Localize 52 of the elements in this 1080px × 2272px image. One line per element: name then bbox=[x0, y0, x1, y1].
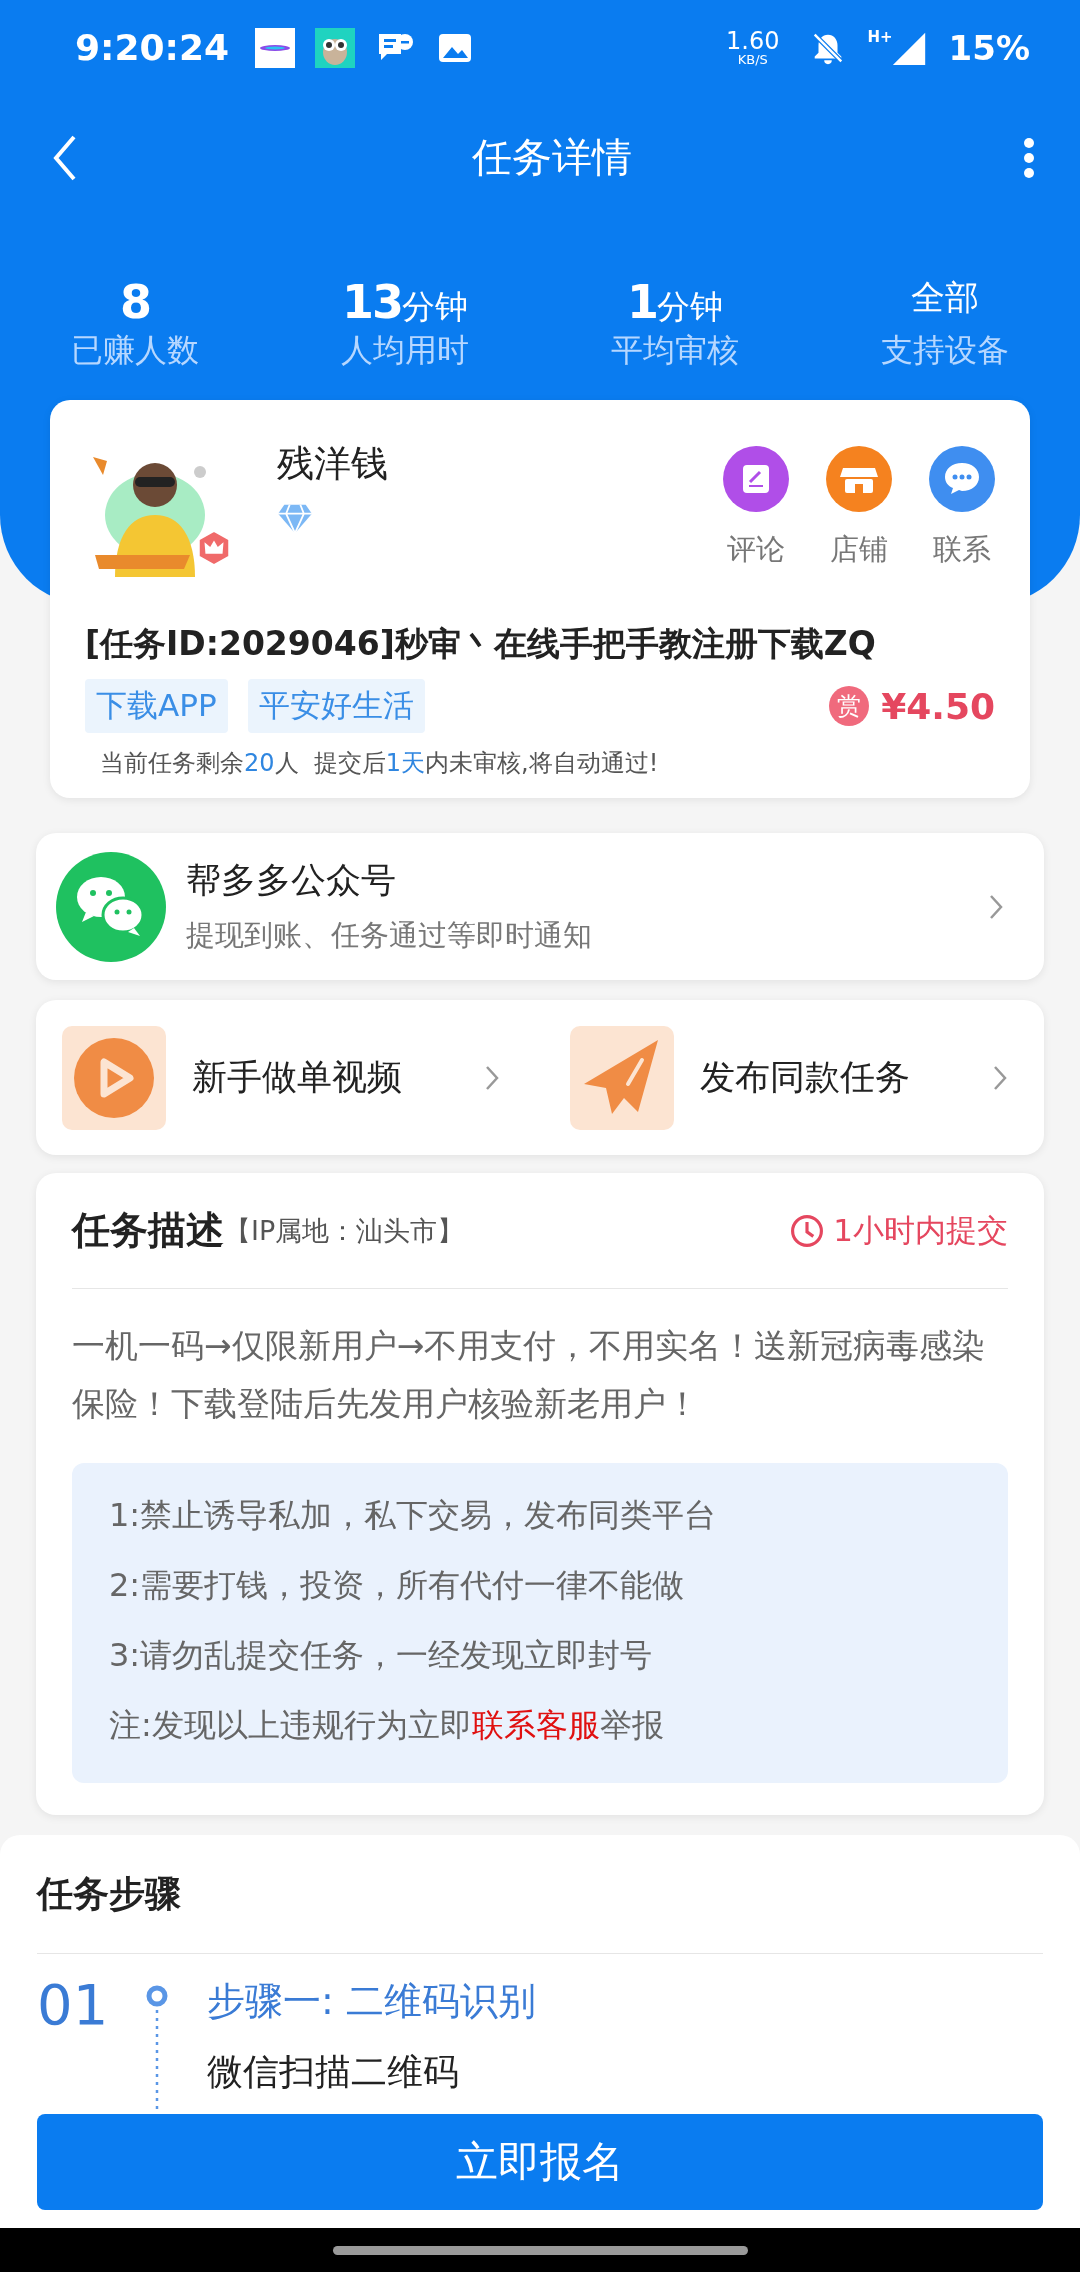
paper-plane-icon bbox=[570, 1025, 674, 1130]
app-notification-icon bbox=[255, 27, 296, 68]
steps-title: 任务步骤 bbox=[37, 1835, 1043, 1954]
task-tag: 下载APP bbox=[85, 679, 228, 733]
publisher-action[interactable]: 评论 bbox=[723, 446, 789, 620]
publisher-action[interactable]: 店铺 bbox=[826, 446, 892, 620]
stat-value: 13 bbox=[342, 275, 402, 329]
step-number: 01 bbox=[37, 1971, 110, 2039]
clock-icon bbox=[789, 1212, 826, 1249]
page-title: 任务详情 bbox=[470, 133, 633, 182]
wechat-card[interactable]: 帮多多公众号 提现到账、任务通过等即时通知 bbox=[36, 833, 1044, 980]
home-indicator[interactable] bbox=[332, 2245, 748, 2255]
wechat-subtitle: 提现到账、任务通过等即时通知 bbox=[186, 917, 593, 954]
video-play-icon bbox=[62, 1025, 166, 1130]
speed-unit: KB/S bbox=[737, 53, 768, 66]
wechat-icon bbox=[56, 851, 166, 962]
description-title: 任务描述 bbox=[72, 1207, 224, 1254]
task-tag: 平安好生活 bbox=[247, 679, 425, 733]
publisher-action[interactable]: 联系 bbox=[929, 446, 995, 620]
rule-text: 注:发现以上违规行为立即联系客服举报 bbox=[109, 1705, 665, 1746]
stat-label: 已赚人数 bbox=[71, 330, 199, 371]
stat-unit: 分钟 bbox=[657, 286, 723, 328]
stat-unit: 分钟 bbox=[402, 286, 468, 328]
diamond-icon bbox=[277, 503, 313, 535]
stat-label: 平均审核 bbox=[611, 330, 739, 371]
description-text: 一机一码→仅限新用户→不用支付，不用实名！送新冠病毒感染保险！下载登陆后先发用户核验新老用户！ bbox=[72, 1325, 987, 1425]
task-notice: 当前任务剩余20人 提交后1天内未审核,将自动通过! bbox=[100, 748, 660, 779]
rule-text: 3:请勿乱提交任务，一经发现立即封号 bbox=[109, 1635, 654, 1676]
stat-value: 8 bbox=[120, 275, 150, 329]
shortcut-item[interactable]: 新手做单视频 bbox=[62, 1025, 500, 1130]
owl-icon bbox=[315, 27, 356, 68]
rule-text: 2:需要打钱，投资，所有代付一律不能做 bbox=[109, 1565, 686, 1606]
signup-button[interactable]: 立即报名 bbox=[37, 2114, 1043, 2210]
network-type: H+ bbox=[867, 28, 893, 46]
shortcut-item[interactable]: 发布同款任务 bbox=[570, 1025, 1008, 1130]
stat-label: 支持设备 bbox=[881, 330, 1009, 371]
stat-label: 人均用时 bbox=[341, 330, 469, 371]
network-speed: 1.60 bbox=[726, 29, 780, 53]
rule-text: 1:禁止诱导私加，私下交易，发布同类平台 bbox=[109, 1495, 718, 1536]
deadline: 1小时内提交 bbox=[833, 1210, 1008, 1250]
wechat-title: 帮多多公众号 bbox=[186, 859, 397, 902]
step-detail: 微信扫描二维码 bbox=[207, 2050, 460, 2094]
reward-badge: 赏 bbox=[829, 686, 870, 726]
stat-value: 1 bbox=[627, 275, 657, 329]
ip-location: 【IP属地：汕头市】 bbox=[224, 1213, 465, 1248]
stat-value: 全部 bbox=[911, 276, 979, 319]
status-time: 9:20:24 bbox=[75, 27, 230, 68]
publisher-name: 残洋钱 bbox=[277, 441, 388, 487]
task-title: [任务ID:2029046]秒审丶在线手把手教注册下载ZQ bbox=[85, 623, 877, 665]
step-title: 步骤一: 二维码识别 bbox=[207, 1978, 536, 2025]
battery-level: 15% bbox=[948, 27, 1030, 68]
reward-amount: ¥4.50 bbox=[881, 685, 995, 727]
